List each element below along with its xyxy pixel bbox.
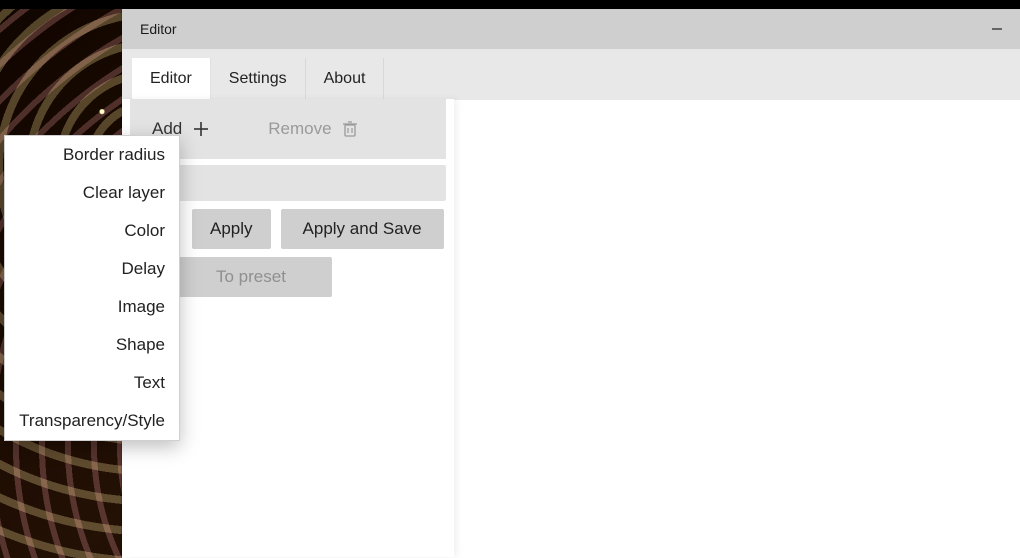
tab-strip: Editor Settings About: [122, 49, 1020, 100]
desktop: Editor Editor Settings About Add: [0, 0, 1020, 558]
menu-item-color[interactable]: Color: [5, 212, 179, 250]
menu-item-label: Border radius: [63, 145, 165, 164]
menu-item-label: Text: [134, 373, 165, 392]
to-preset-button-label: To preset: [216, 267, 286, 286]
to-preset-button[interactable]: To preset: [170, 257, 332, 297]
menu-item-image[interactable]: Image: [5, 288, 179, 326]
titlebar[interactable]: Editor: [122, 9, 1020, 49]
apply-button[interactable]: Apply: [192, 209, 271, 249]
minimize-button[interactable]: [974, 9, 1020, 49]
menu-item-delay[interactable]: Delay: [5, 250, 179, 288]
menu-item-label: Color: [124, 221, 165, 240]
editor-window: Editor Editor Settings About Add: [122, 9, 1020, 558]
menu-item-transparency-style[interactable]: Transparency/Style: [5, 402, 179, 440]
window-controls: [974, 9, 1020, 49]
apply-and-save-button[interactable]: Apply and Save: [281, 209, 444, 249]
menu-item-label: Image: [118, 297, 165, 316]
menu-item-label: Transparency/Style: [19, 411, 165, 430]
menu-item-text[interactable]: Text: [5, 364, 179, 402]
menu-item-shape[interactable]: Shape: [5, 326, 179, 364]
remove-button-label: Remove: [268, 119, 331, 139]
minimize-icon: [991, 23, 1003, 35]
tab-editor[interactable]: Editor: [132, 58, 211, 100]
tab-settings[interactable]: Settings: [211, 58, 306, 100]
top-black-bar: [0, 0, 1020, 9]
add-dropdown-menu: Border radius Clear layer Color Delay Im…: [4, 135, 180, 441]
window-title: Editor: [140, 21, 177, 37]
tab-about-label: About: [324, 70, 366, 87]
tab-editor-label: Editor: [150, 70, 192, 87]
menu-item-border-radius[interactable]: Border radius: [5, 136, 179, 174]
apply-and-save-button-label: Apply and Save: [303, 219, 422, 238]
tab-settings-label: Settings: [229, 70, 287, 87]
plus-icon: [192, 120, 210, 138]
menu-item-label: Shape: [116, 335, 165, 354]
menu-item-label: Delay: [122, 259, 165, 278]
trash-icon: [342, 120, 358, 138]
tab-about[interactable]: About: [306, 58, 385, 100]
menu-item-clear-layer[interactable]: Clear layer: [5, 174, 179, 212]
apply-button-label: Apply: [210, 219, 253, 238]
remove-button[interactable]: Remove: [258, 113, 367, 145]
menu-item-label: Clear layer: [83, 183, 165, 202]
